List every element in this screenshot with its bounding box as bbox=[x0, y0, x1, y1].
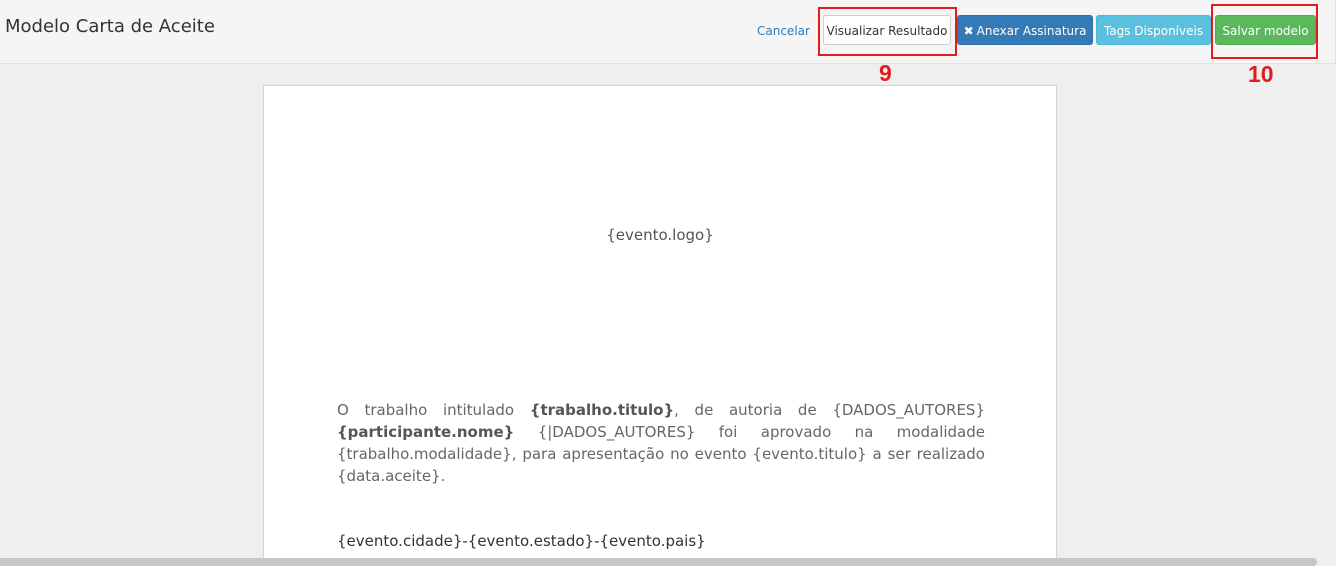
close-icon: ✖ bbox=[963, 24, 974, 38]
page-title: Modelo Carta de Aceite bbox=[5, 16, 215, 37]
event-location-line: {evento.cidade}-{evento.estado}-{evento.… bbox=[337, 532, 706, 550]
page-header: Modelo Carta de Aceite Cancelar Visualiz… bbox=[0, 0, 1336, 64]
annotation-highlight-10 bbox=[1211, 4, 1318, 59]
cancel-button[interactable]: Cancelar bbox=[756, 15, 810, 45]
horizontal-scrollbar[interactable] bbox=[0, 558, 1317, 566]
document-editor[interactable]: {evento.logo} O trabalho intitulado {tra… bbox=[263, 85, 1057, 566]
acceptance-paragraph: O trabalho intitulado {trabalho.titulo},… bbox=[337, 401, 985, 485]
event-logo-placeholder: {evento.logo} bbox=[606, 226, 714, 244]
available-tags-button[interactable]: Tags Disponíveis bbox=[1096, 15, 1211, 45]
work-title-tag: {trabalho.titulo} bbox=[529, 401, 675, 419]
annotation-highlight-9 bbox=[818, 7, 957, 56]
attach-signature-label: Anexar Assinatura bbox=[976, 24, 1087, 38]
participant-name-tag: {participante.nome} bbox=[337, 423, 515, 441]
attach-signature-button[interactable]: ✖ Anexar Assinatura bbox=[957, 15, 1093, 45]
annotation-marker-9: 9 bbox=[879, 60, 892, 86]
annotation-marker-10: 10 bbox=[1248, 61, 1274, 87]
